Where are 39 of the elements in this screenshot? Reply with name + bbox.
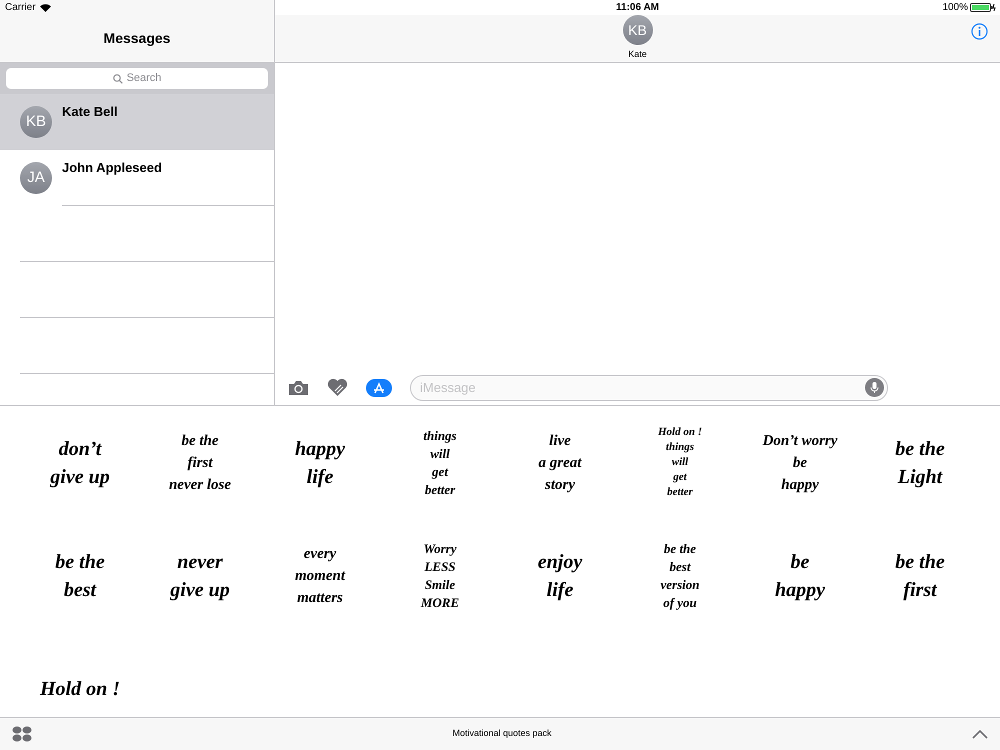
quote-sticker[interactable]: be the best xyxy=(55,548,105,604)
carrier-label: Carrier xyxy=(5,1,36,15)
quote-sticker[interactable]: happy life xyxy=(295,434,345,490)
quote-sticker[interactable]: never give up xyxy=(170,548,230,604)
quote-sticker[interactable]: be the first never lose xyxy=(168,430,232,496)
microphone-icon[interactable] xyxy=(865,378,884,397)
quote-sticker[interactable]: be the Light xyxy=(895,434,945,490)
quote-sticker[interactable]: every moment matters xyxy=(294,542,345,608)
quote-sticker[interactable]: Hold on ! xyxy=(40,674,120,702)
avatar: JA xyxy=(20,162,52,194)
quote-sticker[interactable]: be happy xyxy=(775,548,825,604)
avatar: KB xyxy=(622,15,652,46)
contact-name: Kate Bell xyxy=(62,104,118,119)
quote-sticker[interactable]: be the first xyxy=(895,548,945,604)
quote-sticker[interactable]: don’t give up xyxy=(50,434,110,490)
camera-icon[interactable] xyxy=(288,380,309,396)
avatar: KB xyxy=(20,106,52,138)
quote-sticker[interactable]: live a great story xyxy=(538,430,582,496)
quote-sticker[interactable]: enjoy life xyxy=(538,548,582,604)
conversation-item[interactable]: KB Kate Bell xyxy=(0,94,274,150)
quote-sticker[interactable]: Hold on ! things will get better xyxy=(658,425,702,500)
chevron-up-icon[interactable] xyxy=(972,730,988,738)
quote-sticker[interactable]: Don’t worry be happy xyxy=(762,430,838,496)
contact-name: John Appleseed xyxy=(62,160,162,175)
quote-sticker[interactable]: Worry LESS Smile MORE xyxy=(420,540,460,612)
search-icon xyxy=(112,74,123,84)
info-icon[interactable] xyxy=(971,23,988,40)
heart-icon[interactable] xyxy=(327,378,348,397)
app-title: Motivational quotes pack xyxy=(452,727,552,740)
app-store-icon[interactable] xyxy=(366,378,392,396)
sidebar-title: Messages xyxy=(104,29,170,48)
wifi-icon xyxy=(40,4,51,12)
battery-icon xyxy=(970,3,996,12)
contact-name: Kate xyxy=(628,48,647,62)
quote-sticker[interactable]: be the best version of you xyxy=(660,540,700,612)
quote-sticker[interactable]: things will get better xyxy=(423,426,457,498)
clock: 11:06 AM xyxy=(616,1,659,15)
battery-percent: 100% xyxy=(942,1,968,15)
app-drawer-icon[interactable] xyxy=(12,726,32,742)
